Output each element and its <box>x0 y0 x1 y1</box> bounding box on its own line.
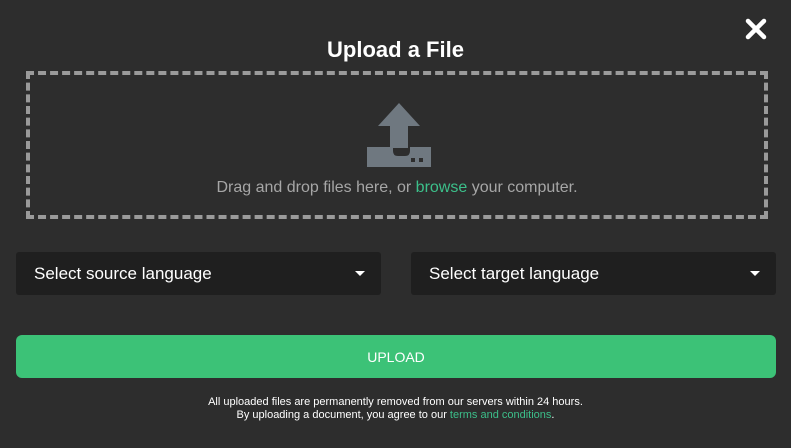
upload-button[interactable]: UPLOAD <box>16 335 776 378</box>
retention-notice: All uploaded files are permanently remov… <box>208 396 583 408</box>
source-language-label: Select source language <box>34 264 212 283</box>
dropzone-text-before: Drag and drop files here, or <box>216 179 416 196</box>
target-language-select[interactable]: Select target language <box>411 252 776 295</box>
terms-notice: By uploading a document, you agree to ou… <box>0 408 791 422</box>
upload-icon <box>367 103 431 167</box>
dialog-title: Upload a File <box>327 37 464 62</box>
source-language-select[interactable]: Select source language <box>16 252 381 295</box>
terms-notice-text: By uploading a document, you agree to ou… <box>236 409 450 421</box>
terms-notice-end: . <box>551 409 555 421</box>
dropzone-instructions: Drag and drop files here, or browse your… <box>30 178 764 198</box>
browse-link[interactable]: browse <box>416 179 468 196</box>
terms-link[interactable]: terms and conditions <box>450 409 552 421</box>
file-dropzone[interactable]: Drag and drop files here, or browse your… <box>26 71 768 219</box>
caret-down-icon <box>750 271 760 276</box>
dropzone-text-after: your computer. <box>467 179 578 196</box>
caret-down-icon <box>355 271 365 276</box>
target-language-label: Select target language <box>429 264 600 283</box>
